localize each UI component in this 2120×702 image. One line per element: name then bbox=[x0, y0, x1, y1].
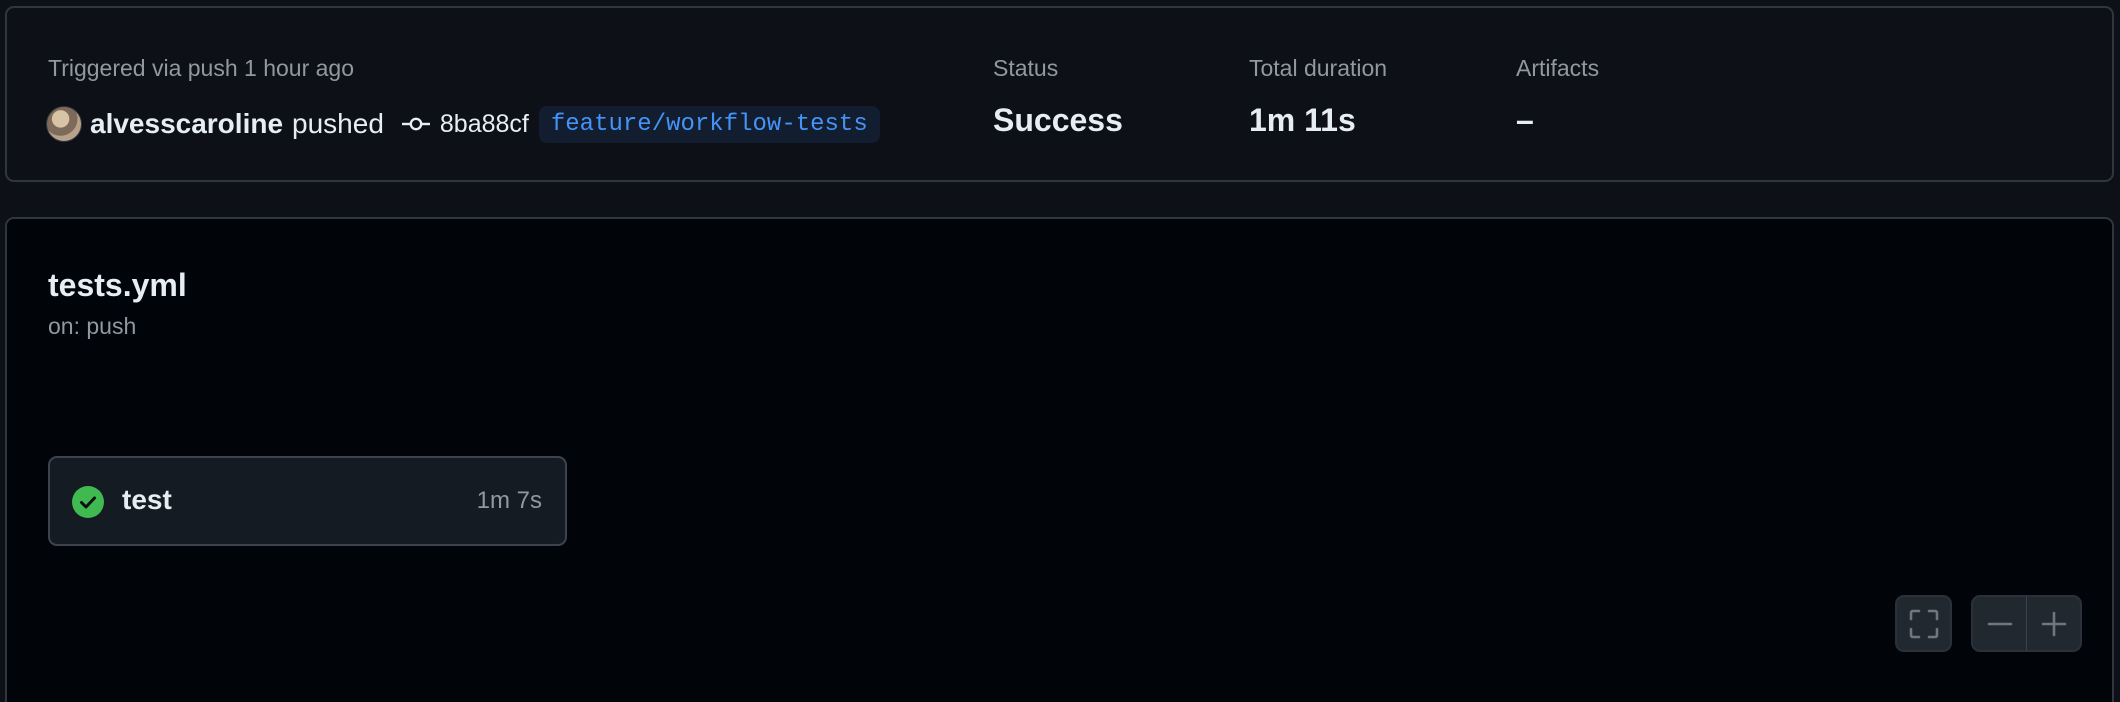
workflow-trigger: on: push bbox=[48, 313, 137, 339]
zoom-in-button[interactable] bbox=[2027, 595, 2082, 652]
minus-icon bbox=[1987, 622, 2012, 625]
duration-stat: Total duration 1m 11s bbox=[1249, 55, 1387, 139]
job-duration: 1m 7s bbox=[476, 487, 542, 514]
trigger-label: Triggered via push 1 hour ago bbox=[48, 55, 355, 81]
status-stat: Status Success bbox=[993, 55, 1123, 139]
duration-label: Total duration bbox=[1249, 55, 1388, 81]
zoom-controls bbox=[1971, 595, 2082, 652]
commit-sha-link[interactable]: 8ba88cf bbox=[440, 110, 529, 139]
check-circle-fill-icon bbox=[72, 486, 104, 518]
job-card-test[interactable]: test 1m 7s bbox=[48, 456, 567, 546]
duration-value: 1m 11s bbox=[1249, 102, 1356, 138]
artifacts-stat: Artifacts – bbox=[1516, 55, 1599, 139]
plus-icon bbox=[2041, 611, 2066, 636]
run-summary: Triggered via push 1 hour ago alvesscaro… bbox=[5, 6, 2114, 182]
workflow-file-title[interactable]: tests.yml bbox=[48, 267, 187, 304]
branch-label[interactable]: feature/workflow-tests bbox=[538, 105, 880, 143]
fullscreen-button[interactable] bbox=[1895, 595, 1952, 652]
status-label: Status bbox=[993, 55, 1059, 81]
zoom-out-button[interactable] bbox=[1971, 595, 2027, 652]
workflow-graph: tests.yml on: push test 1m 7s bbox=[5, 217, 2114, 702]
job-name: test bbox=[122, 484, 172, 515]
git-commit-icon bbox=[401, 117, 430, 131]
avatar[interactable] bbox=[46, 106, 82, 142]
actor-link[interactable]: alvesscaroline bbox=[90, 108, 283, 140]
artifacts-label: Artifacts bbox=[1516, 55, 1600, 81]
push-action-text: pushed bbox=[292, 108, 384, 139]
push-info: alvesscaroline pushed 8ba88cf feature/wo… bbox=[46, 102, 880, 146]
status-value: Success bbox=[993, 102, 1123, 138]
fullscreen-icon bbox=[1909, 609, 1938, 638]
artifacts-value: – bbox=[1516, 102, 1534, 138]
